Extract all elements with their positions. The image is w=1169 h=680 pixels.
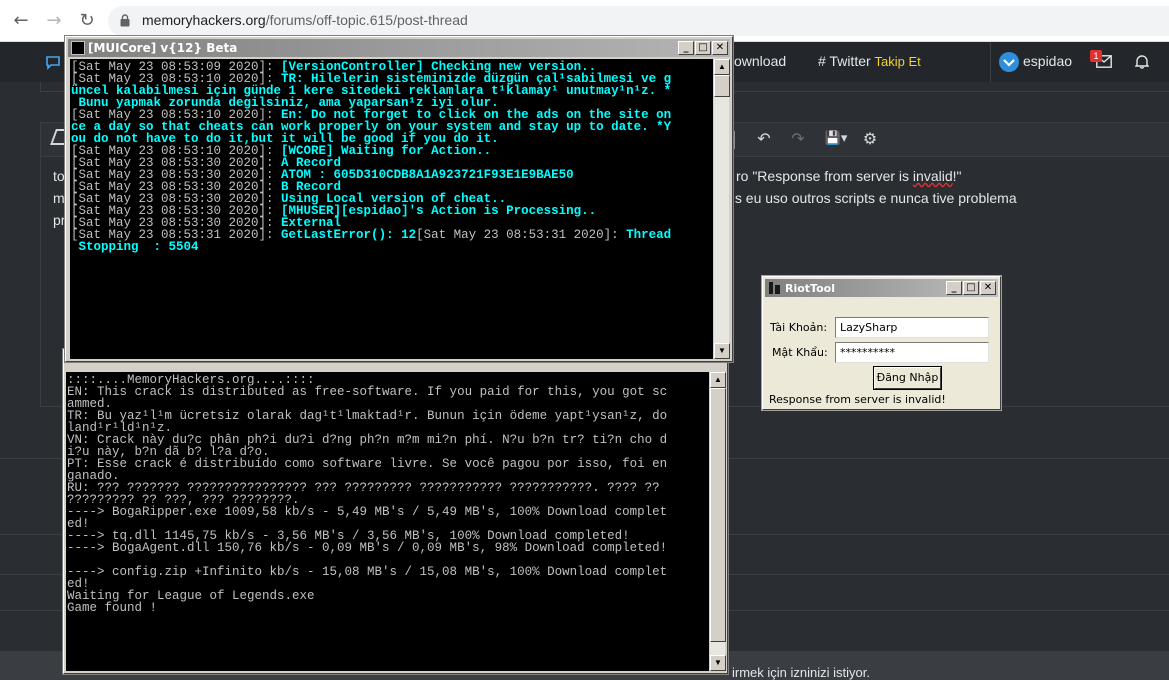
console-line: ----> BogaRipper.exe 1009,58 kb/s - 5,49… [67,505,668,519]
riottool-titlebar[interactable]: RiotTool _ □ ✕ [765,279,998,297]
maximize-button[interactable]: □ [963,281,979,295]
scroll-up-icon[interactable]: ▲ [710,372,726,388]
settings-gear-icon[interactable]: ⚙ [860,129,880,149]
url-host: memoryhackers.org [142,12,266,28]
post-text-right-line: ois eu uso outros scripts e nunca tive p… [724,190,1017,206]
scroll-thumb[interactable] [710,388,726,642]
crack-console-window[interactable]: ::::....MemoryHackers.org....:::: EN: Thi… [63,349,728,674]
nav-download-link[interactable]: ownload [734,53,786,69]
log-message: Stopping : 5504 [71,240,199,254]
undo-icon[interactable]: ↶ [754,129,774,149]
permission-text: irmek için izninizi istiyor. [732,665,870,680]
twitter-label: # Twitter [818,53,871,69]
scroll-thumb[interactable] [714,75,730,97]
address-bar[interactable]: memoryhackers.org/forums/off-topic.615/p… [108,6,1169,36]
post-text-line: to [53,168,65,184]
save-draft-icon[interactable]: 💾▾ [821,129,851,149]
console-line: PT: Esse crack é distribuído como softwa… [67,457,668,471]
post-text-fragment: ro "Response from server is [736,168,913,184]
toolbar-divider [734,131,735,149]
chat-icon[interactable] [45,54,61,70]
maximize-button[interactable]: □ [695,41,711,55]
post-text-fragment: !" [952,168,962,184]
scroll-down-icon[interactable]: ▼ [710,655,726,671]
console-line: ----> BogaAgent.dll 150,76 kb/s - 0,09 M… [67,541,668,555]
close-button[interactable]: ✕ [980,281,996,295]
url-text: memoryhackers.org/forums/off-topic.615/p… [142,12,468,28]
scroll-down-icon[interactable]: ▼ [714,343,730,359]
console-line: Stopping : 5504 [71,240,712,254]
muicore-title: [MUICore] v{12} Beta [88,41,238,55]
riottool-title: RiotTool [785,282,835,295]
console-line: ----> config.zip +Infinito kb/s - 15,08 … [67,565,668,579]
status-message: Response from server is invalid! [769,393,946,406]
username-link[interactable]: espidao [1023,53,1072,69]
redo-icon[interactable]: ↷ [788,129,808,149]
nav-divider [990,42,991,82]
login-button[interactable]: Đăng Nhập [874,367,941,389]
nav-twitter-link[interactable]: # Twitter Takip Et [818,53,921,69]
account-label: Tài Khoản: [770,321,828,334]
scroll-up-icon[interactable]: ▲ [714,59,730,75]
account-field[interactable]: LazySharp [835,317,989,338]
lock-icon [120,14,130,27]
url-path: /forums/off-topic.615/post-thread [265,12,468,28]
muicore-console-output[interactable]: [Sat May 23 08:53:09 2020]: [VersionCont… [70,59,713,359]
spellcheck-word: invalid [912,168,953,184]
post-text-line: m [53,190,65,206]
muicore-window[interactable]: [MUICore] v{12} Beta _ □ ✕ [Sat May 23 0… [65,36,733,362]
muicore-titlebar[interactable]: [MUICore] v{12} Beta _ □ ✕ [68,39,730,57]
password-field[interactable]: ********** [835,342,989,363]
console-line: Waiting for League of Legends.exe [67,589,315,603]
back-arrow-icon[interactable]: ← [10,10,32,32]
riottool-dialog[interactable]: RiotTool _ □ ✕ Tài Khoản: LazySharp Mật … [762,276,1001,410]
console-app-icon [71,41,85,55]
close-button[interactable]: ✕ [712,41,728,55]
twitter-follow-cta: Takip Et [874,54,921,69]
log-message: Thread [626,228,672,242]
bell-icon[interactable] [1135,54,1149,69]
post-text-right-line: ro "Response from server is invalid!" [736,168,961,184]
forward-arrow-icon[interactable]: → [43,10,65,32]
notification-badge: 1 [1090,50,1102,62]
log-timestamp: [Sat May 23 08:53:31 2020]: [416,228,627,242]
minimize-button[interactable]: _ [946,281,962,295]
console-line: Game found ! [67,601,158,615]
post-text-line: pr [53,212,66,228]
muicore-scrollbar[interactable]: ▲ ▼ [713,59,730,359]
crack-console-output[interactable]: ::::....MemoryHackers.org....:::: EN: Thi… [66,372,709,671]
riot-app-icon [769,282,780,294]
console-line: EN: This crack is distributed as free-so… [67,385,668,399]
crack-console-scrollbar[interactable]: ▲ ▼ [709,372,726,671]
avatar[interactable] [998,51,1020,73]
password-label: Mật Khẩu: [772,346,828,359]
reload-icon[interactable]: ↻ [76,10,98,32]
log-message: GetLastError(): 12 [281,228,417,242]
minimize-button[interactable]: _ [678,41,694,55]
